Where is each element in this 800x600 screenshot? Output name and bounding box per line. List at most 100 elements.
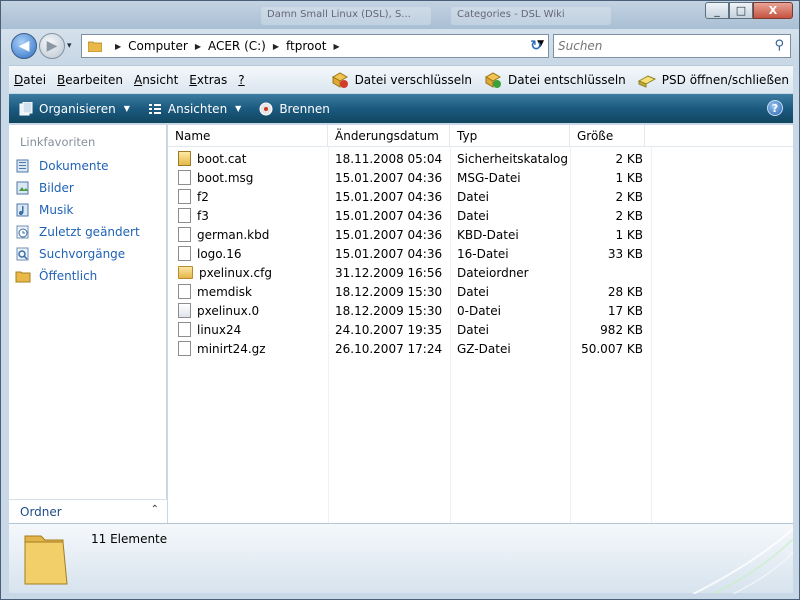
file-name: f3 [197,208,209,223]
breadcrumb-separator-icon[interactable]: ▶ [195,42,201,51]
file-name-cell: boot.cat [168,151,328,166]
folders-toggle[interactable]: Ordner ⌃ [9,499,167,523]
folders-label: Ordner [20,504,62,519]
menu-help[interactable]: ? [233,73,249,87]
encrypt-file-button[interactable]: Datei verschlüsseln [331,71,473,88]
breadcrumb-computer[interactable]: Computer [128,39,188,53]
organize-button[interactable]: Organisieren ▼ [19,101,130,116]
file-icon [178,189,191,204]
file-name-cell: minirt24.gz [168,341,328,356]
command-bar: Organisieren ▼ Ansichten ▼ Brennen ? [9,94,793,123]
file-date: 24.10.2007 19:35 [335,322,443,337]
search-input[interactable] [558,36,758,56]
file-date: 26.10.2007 17:24 [335,341,443,356]
table-row[interactable]: german.kbd 15.01.2007 04:36 KBD-Datei 1 KB [168,225,793,244]
drive-icon [637,74,656,88]
file-size: 982 KB [600,322,643,337]
pictures-icon [16,181,29,195]
menu-ansicht[interactable]: Ansicht [129,73,183,87]
file-date: 18.12.2009 15:30 [335,284,443,299]
title-bar[interactable]: Damn Small Linux (DSL), S... Categories … [1,1,799,29]
favorite-link-label: Bilder [39,181,74,195]
table-row[interactable]: pxelinux.0 18.12.2009 15:30 0-Datei 17 KB [168,301,793,320]
file-size: 1 KB [615,227,643,242]
table-row[interactable]: f3 15.01.2007 04:36 Datei 2 KB [168,206,793,225]
views-button[interactable]: Ansichten ▼ [148,102,241,116]
documents-icon [16,159,29,173]
file-name: memdisk [197,284,252,299]
column-header-row: Name Änderungsdatum Typ Größe [168,125,793,147]
favorite-link-public[interactable]: Öffentlich [15,269,97,283]
file-type: Dateiordner [457,265,529,280]
file-type: MSG-Datei [457,170,521,185]
burn-button[interactable]: Brennen [259,102,330,116]
recent-pages-dropdown[interactable]: ▾ [67,41,72,51]
column-header-size[interactable]: Größe [570,125,645,147]
navigation-pane: Linkfavoriten Dokumente Bilder Musik Zul… [9,125,167,523]
file-name: logo.16 [197,246,242,261]
back-button[interactable]: ◀ [11,33,37,59]
table-row[interactable]: logo.16 15.01.2007 04:36 16-Datei 33 KB [168,244,793,263]
search-icon[interactable]: ⚲ [774,38,784,53]
maximize-button[interactable]: □ [729,2,753,19]
breadcrumb-ftproot[interactable]: ftproot [286,39,326,53]
file-name: f2 [197,189,209,204]
table-row[interactable]: boot.cat 18.11.2008 05:04 Sicherheitskatal… [168,149,793,168]
file-date: 18.11.2008 05:04 [335,151,443,166]
column-header-date[interactable]: Änderungsdatum [328,125,450,147]
file-icon [178,227,191,242]
breadcrumb-separator-icon[interactable]: ▶ [273,42,279,51]
file-date: 15.01.2007 04:36 [335,208,443,223]
decrypt-file-button[interactable]: Datei entschlüsseln [484,71,626,88]
help-button[interactable]: ? [767,100,783,116]
chevron-down-icon: ▼ [235,104,242,113]
explorer-window: Damn Small Linux (DSL), S... Categories … [0,0,800,600]
refresh-button[interactable]: ↻ [524,34,548,58]
decrypt-icon [485,71,502,88]
address-bar[interactable]: ▶ Computer ▶ ACER (C:) ▶ ftproot ▶ ▼ [81,34,549,58]
forward-button[interactable]: ▶ [39,33,65,59]
file-name-cell: pxelinux.0 [168,303,328,318]
column-header-type[interactable]: Typ [450,125,570,147]
breadcrumb-separator-icon[interactable]: ▶ [333,42,339,51]
favorite-link-searches[interactable]: Suchvorgänge [15,247,125,261]
column-header-name[interactable]: Name [168,125,328,147]
file-name: boot.msg [197,170,254,185]
menu-bearbeiten[interactable]: Bearbeiten [52,73,128,87]
file-type: GZ-Datei [457,341,511,356]
file-size: 1 KB [615,170,643,185]
favorite-link-pictures[interactable]: Bilder [15,181,74,195]
file-name-cell: german.kbd [168,227,328,242]
breadcrumb-separator-icon[interactable]: ▶ [115,42,121,51]
decrypt-file-label: Datei entschlüsseln [508,72,626,87]
minimize-button[interactable]: _ [705,2,729,19]
favorite-link-label: Suchvorgänge [39,247,126,261]
favorite-link-recently-changed[interactable]: Zuletzt geändert [15,225,140,239]
table-row[interactable]: boot.msg 15.01.2007 04:36 MSG-Datei 1 KB [168,168,793,187]
menu-extras[interactable]: Extras [184,73,232,87]
file-list: Name Änderungsdatum Typ Größe boot.cat 18… [168,125,793,523]
file-rows: boot.cat 18.11.2008 05:04 Sicherheitskatal… [168,149,793,358]
file-name: linux24 [197,322,242,337]
file-date: 15.01.2007 04:36 [335,227,443,242]
file-date: 15.01.2007 04:36 [335,246,443,261]
table-row[interactable]: pxelinux.cfg 31.12.2009 16:56 Dateiordner [168,263,793,282]
table-row[interactable]: minirt24.gz 26.10.2007 17:24 GZ-Datei 50.00… [168,339,793,358]
file-size: 50.007 KB [581,341,643,356]
file-name: boot.cat [197,151,247,166]
psd-toggle-button[interactable]: PSD öffnen/schließen [637,72,789,88]
file-type: 16-Datei [457,246,509,261]
details-pane: 11 Elemente [9,523,793,594]
folder-icon [88,41,102,52]
favorite-link-documents[interactable]: Dokumente [15,159,109,173]
favorite-link-music[interactable]: Musik [15,203,74,217]
file-type: Datei [457,322,490,337]
decorative-swoosh [692,528,793,594]
table-row[interactable]: linux24 24.10.2007 19:35 Datei 982 KB [168,320,793,339]
table-row[interactable]: f2 15.01.2007 04:36 Datei 2 KB [168,187,793,206]
menu-datei[interactable]: Datei [9,73,51,87]
table-row[interactable]: memdisk 18.12.2009 15:30 Datei 28 KB [168,282,793,301]
encrypt-file-label: Datei verschlüsseln [354,72,473,87]
close-button[interactable]: X [753,2,793,19]
breadcrumb-drive[interactable]: ACER (C:) [208,39,266,53]
